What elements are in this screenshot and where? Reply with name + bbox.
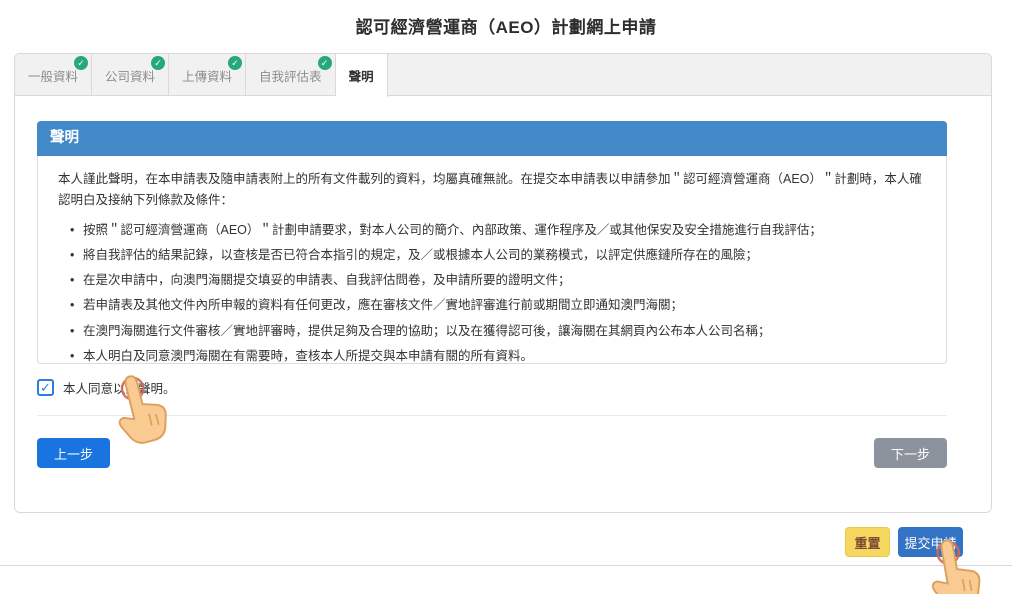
application-card: 一般資料 ✓ 公司資料 ✓ 上傳資料 ✓ 自我評估表 ✓ 聲明 聲明 本人謹此聲… bbox=[14, 53, 992, 513]
declaration-term: 將自我評估的結果記錄，以查核是否已符合本指引的規定，及／或根據本人公司的業務模式… bbox=[70, 246, 926, 264]
submit-application-button[interactable]: 提交申請 bbox=[898, 527, 963, 557]
reset-button[interactable]: 重置 bbox=[845, 527, 890, 557]
declaration-panel-body: 本人謹此聲明，在本申請表及隨申請表附上的所有文件載列的資料，均屬真確無訛。在提交… bbox=[37, 156, 947, 364]
declaration-intro-text: 本人謹此聲明，在本申請表及隨申請表附上的所有文件載列的資料，均屬真確無訛。在提交… bbox=[58, 169, 926, 211]
declaration-panel-header: 聲明 bbox=[37, 121, 947, 156]
tab-general-info[interactable]: 一般資料 ✓ bbox=[15, 54, 92, 96]
completed-check-icon: ✓ bbox=[318, 56, 332, 70]
tab-upload-info[interactable]: 上傳資料 ✓ bbox=[169, 54, 246, 96]
tab-label: 一般資料 bbox=[28, 66, 78, 85]
previous-step-button[interactable]: 上一步 bbox=[37, 438, 110, 468]
tab-label: 自我評估表 bbox=[259, 66, 322, 85]
tab-label: 上傳資料 bbox=[182, 66, 232, 85]
declaration-term: 若申請表及其他文件內所申報的資料有任何更改，應在審核文件／實地評審進行前或期間立… bbox=[70, 296, 926, 314]
consent-label: 本人同意以上聲明。 bbox=[63, 378, 176, 397]
tab-company-info[interactable]: 公司資料 ✓ bbox=[92, 54, 169, 96]
tab-declaration[interactable]: 聲明 bbox=[336, 54, 388, 97]
declaration-term: 在是次申請中，向澳門海關提交填妥的申請表、自我評估問卷，及申請所要的證明文件； bbox=[70, 271, 926, 289]
completed-check-icon: ✓ bbox=[74, 56, 88, 70]
completed-check-icon: ✓ bbox=[228, 56, 242, 70]
consent-checkbox[interactable]: ✓ bbox=[37, 379, 54, 396]
tab-self-assessment[interactable]: 自我評估表 ✓ bbox=[246, 54, 336, 96]
declaration-term: 在澳門海關進行文件審核／實地評審時，提供足夠及合理的協助；以及在獲得認可後，讓海… bbox=[70, 322, 926, 340]
consent-row: ✓ 本人同意以上聲明。 bbox=[37, 378, 176, 397]
step-tabstrip: 一般資料 ✓ 公司資料 ✓ 上傳資料 ✓ 自我評估表 ✓ 聲明 bbox=[15, 54, 991, 96]
declaration-terms-list: 按照＂認可經濟營運商（AEO）＂計劃申請要求，對本人公司的簡介、內部政策、運作程… bbox=[58, 221, 926, 365]
declaration-term: 本人明白及同意澳門海關在有需要時，查核本人所提交與本申請有關的所有資料。 bbox=[70, 347, 926, 365]
next-step-button[interactable]: 下一步 bbox=[874, 438, 947, 468]
footer-divider bbox=[0, 565, 1012, 566]
tab-label: 聲明 bbox=[349, 66, 374, 85]
declaration-term: 按照＂認可經濟營運商（AEO）＂計劃申請要求，對本人公司的簡介、內部政策、運作程… bbox=[70, 221, 926, 239]
completed-check-icon: ✓ bbox=[151, 56, 165, 70]
divider bbox=[37, 415, 947, 416]
page-title: 認可經濟營運商（AEO）計劃網上申請 bbox=[0, 13, 1012, 38]
tab-label: 公司資料 bbox=[105, 66, 155, 85]
aeo-application-page: 認可經濟營運商（AEO）計劃網上申請 一般資料 ✓ 公司資料 ✓ 上傳資料 ✓ … bbox=[0, 0, 1012, 594]
